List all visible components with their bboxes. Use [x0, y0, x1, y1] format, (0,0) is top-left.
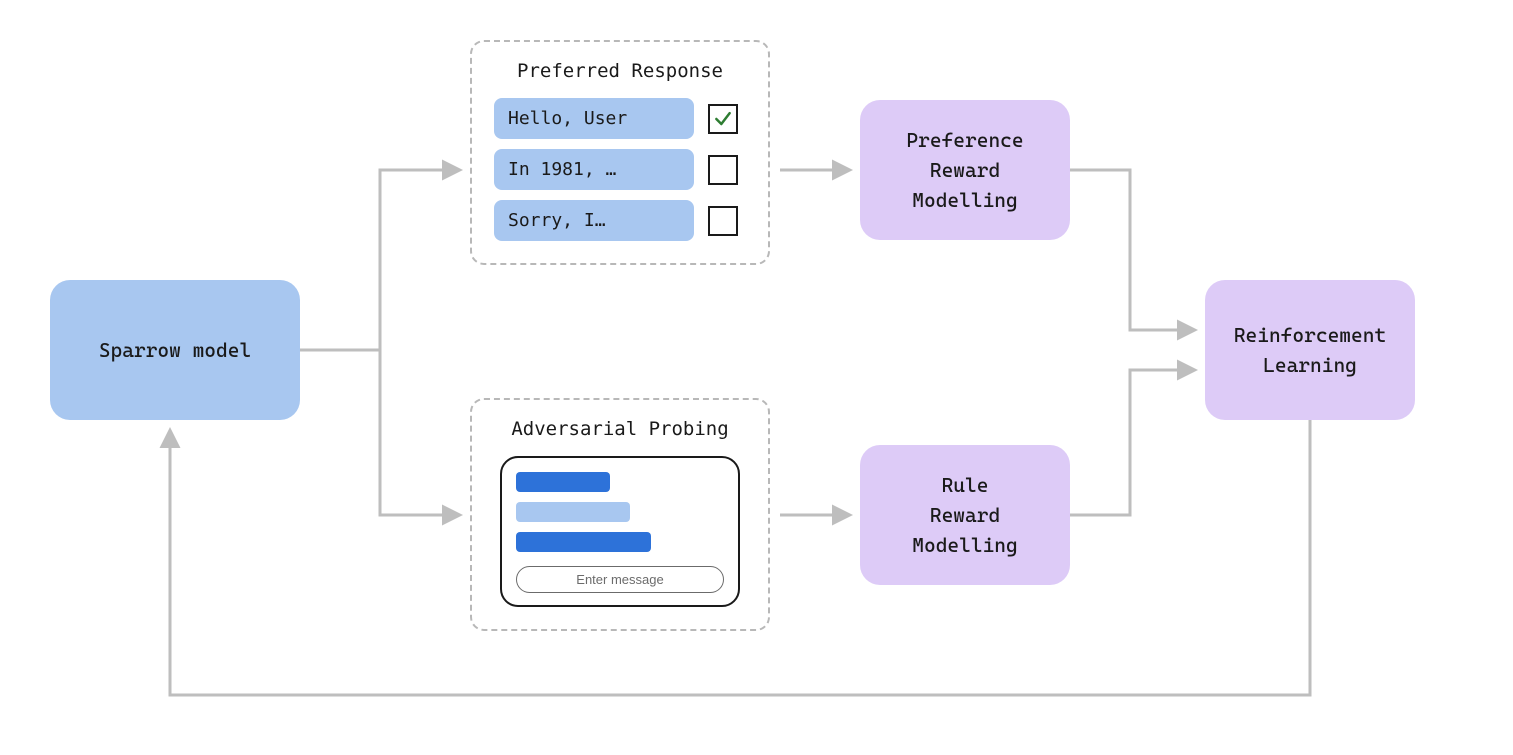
reinforcement-learning-node: Reinforcement Learning [1205, 280, 1415, 420]
preference-rm-label: Preference Reward Modelling [906, 125, 1023, 215]
adversarial-probing-title: Adversarial Probing [494, 418, 746, 440]
chat-message-bar-icon [516, 532, 651, 552]
chat-input-placeholder: Enter message [516, 566, 724, 593]
rule-reward-modelling-node: Rule Reward Modelling [860, 445, 1070, 585]
checkbox-empty-icon [708, 155, 738, 185]
response-chip: In 1981, … [494, 149, 694, 190]
checkbox-checked-icon [708, 104, 738, 134]
adversarial-probing-panel: Adversarial Probing Enter message [470, 398, 770, 631]
response-row: In 1981, … [494, 149, 746, 190]
sparrow-model-label: Sparrow model [99, 335, 251, 365]
preference-reward-modelling-node: Preference Reward Modelling [860, 100, 1070, 240]
preferred-response-panel: Preferred Response Hello, User In 1981, … [470, 40, 770, 265]
response-chip: Hello, User [494, 98, 694, 139]
chat-mockup: Enter message [500, 456, 740, 607]
rl-label: Reinforcement Learning [1234, 320, 1386, 380]
response-chip: Sorry, I… [494, 200, 694, 241]
chat-message-bar-icon [516, 502, 630, 522]
sparrow-model-node: Sparrow model [50, 280, 300, 420]
checkbox-empty-icon [708, 206, 738, 236]
response-row: Hello, User [494, 98, 746, 139]
rule-rm-label: Rule Reward Modelling [912, 470, 1017, 560]
response-row: Sorry, I… [494, 200, 746, 241]
preferred-response-title: Preferred Response [494, 60, 746, 82]
chat-message-bar-icon [516, 472, 610, 492]
